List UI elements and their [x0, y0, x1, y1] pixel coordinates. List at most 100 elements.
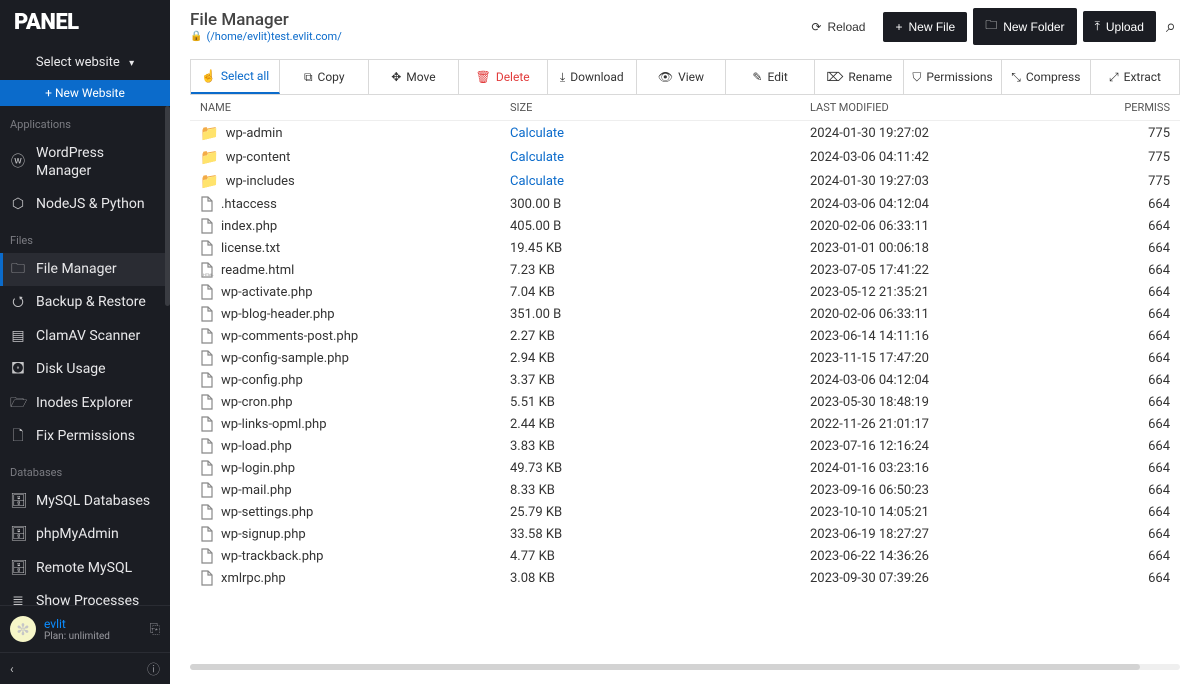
table-row[interactable]: 📁wp-contentCalculate2024-03-06 04:11:427…	[190, 145, 1180, 169]
file-size: 3.08 KB	[510, 571, 810, 586]
table-row[interactable]: wp-mail.php8.33 KB2023-09-16 06:50:23664	[190, 479, 1180, 501]
nodejs-icon: ⬡	[10, 196, 26, 214]
file-modified: 2023-01-01 00:06:18	[810, 241, 1100, 256]
move-button[interactable]: ✥Move	[369, 60, 458, 94]
sidebar-item-phpmyadmin[interactable]: 🗄 phpMyAdmin	[0, 518, 170, 552]
file-name: wp-trackback.php	[221, 549, 323, 564]
sidebar-item-wordpress[interactable]: ⓦ WordPress Manager	[0, 137, 170, 188]
compress-icon: ⤡	[1011, 70, 1021, 85]
table-row[interactable]: wp-settings.php25.79 KB2023-10-10 14:05:…	[190, 501, 1180, 523]
reload-button[interactable]: ⟳Reload	[799, 13, 877, 41]
table-row[interactable]: wp-links-opml.php2.44 KB2022-11-26 21:01…	[190, 413, 1180, 435]
table-row[interactable]: index.php405.00 B2020-02-06 06:33:11664	[190, 215, 1180, 237]
table-row[interactable]: wp-cron.php5.51 KB2023-05-30 18:48:19664	[190, 391, 1180, 413]
table-row[interactable]: wp-config.php3.37 KB2024-03-06 04:12:046…	[190, 369, 1180, 391]
new-website-button[interactable]: + New Website	[0, 80, 170, 106]
table-row[interactable]: wp-config-sample.php2.94 KB2023-11-15 17…	[190, 347, 1180, 369]
file-size: 19.45 KB	[510, 241, 810, 256]
col-modified[interactable]: LAST MODIFIED	[810, 101, 1100, 114]
calculate-link[interactable]: Calculate	[510, 126, 564, 141]
sidebar-item-fix-permissions[interactable]: 🗋 Fix Permissions	[0, 420, 170, 454]
sidebar-item-nodejs[interactable]: ⬡ NodeJS & Python	[0, 188, 170, 222]
file-modified: 2023-10-10 14:05:21	[810, 505, 1100, 520]
table-row[interactable]: .htaccess300.00 B2024-03-06 04:12:04664	[190, 193, 1180, 215]
wordpress-icon: ⓦ	[10, 154, 26, 172]
file-icon	[200, 570, 214, 586]
file-modified: 2023-11-15 17:47:20	[810, 351, 1100, 366]
file-size: 3.37 KB	[510, 373, 810, 388]
download-icon: ⤓	[560, 70, 565, 85]
breadcrumb-path[interactable]: 🔒 (/home/evlit)test.evlit.com/	[190, 30, 789, 43]
section-files: Files	[0, 222, 170, 253]
col-permissions[interactable]: PERMISS	[1100, 101, 1180, 114]
permissions-icon: 🗋	[10, 428, 26, 446]
file-permissions: 664	[1100, 219, 1180, 234]
compress-button[interactable]: ⤡Compress	[1002, 60, 1091, 94]
user-name[interactable]: evlit	[44, 617, 110, 631]
trash-icon: 🗑	[476, 70, 491, 84]
file-name: wp-content	[226, 150, 291, 165]
impersonate-exit-icon[interactable]: ⎘	[150, 622, 160, 637]
file-icon	[200, 284, 214, 300]
sidebar-item-inodes[interactable]: 🗁 Inodes Explorer	[0, 387, 170, 421]
table-row[interactable]: wp-signup.php33.58 KB2023-06-19 18:27:27…	[190, 523, 1180, 545]
info-icon[interactable]: ⓘ	[147, 659, 160, 678]
sidebar-item-backup[interactable]: ⭯ Backup & Restore	[0, 286, 170, 320]
view-button[interactable]: 👁View	[637, 60, 726, 94]
sidebar-item-mysql[interactable]: 🗄 MySQL Databases	[0, 485, 170, 519]
sidebar-item-processes[interactable]: ≣ Show Processes	[0, 585, 170, 605]
permissions-button[interactable]: ⛉Permissions	[904, 60, 1001, 94]
table-row[interactable]: wp-blog-header.php351.00 B2020-02-06 06:…	[190, 303, 1180, 325]
table-row[interactable]: 📁wp-adminCalculate2024-01-30 19:27:02775	[190, 121, 1180, 145]
file-modified: 2023-06-14 14:11:16	[810, 329, 1100, 344]
table-row[interactable]: license.txt19.45 KB2023-01-01 00:06:1866…	[190, 237, 1180, 259]
table-row[interactable]: xmlrpc.php3.08 KB2023-09-30 07:39:26664	[190, 567, 1180, 589]
calculate-link[interactable]: Calculate	[510, 150, 564, 165]
select-all-button[interactable]: ☝Select all	[191, 60, 280, 94]
scrollbar-thumb[interactable]	[165, 106, 170, 306]
file-permissions: 664	[1100, 329, 1180, 344]
col-name[interactable]: NAME	[190, 101, 510, 114]
col-size[interactable]: SIZE	[510, 101, 810, 114]
plus-icon: +	[895, 20, 902, 34]
sidebar-item-disk[interactable]: 🖸 Disk Usage	[0, 353, 170, 387]
file-icon	[200, 416, 214, 432]
download-button[interactable]: ⤓Download	[548, 60, 637, 94]
table-row[interactable]: wp-comments-post.php2.27 KB2023-06-14 14…	[190, 325, 1180, 347]
upload-button[interactable]: ⤒Upload	[1083, 11, 1156, 42]
select-website-dropdown[interactable]: Select website ▾	[0, 45, 170, 80]
table-row[interactable]: wp-activate.php7.04 KB2023-05-12 21:35:2…	[190, 281, 1180, 303]
edit-button[interactable]: ✎Edit	[726, 60, 815, 94]
table-row[interactable]: wp-login.php49.73 KB2024-01-16 03:23:166…	[190, 457, 1180, 479]
horizontal-scrollbar[interactable]	[190, 664, 1180, 670]
sidebar-item-file-manager[interactable]: 🗀 File Manager	[0, 253, 170, 287]
hscroll-thumb[interactable]	[190, 664, 1140, 670]
file-size: 405.00 B	[510, 219, 810, 234]
rename-button[interactable]: ⌦Rename	[815, 60, 904, 94]
table-row[interactable]: 📁wp-includesCalculate2024-01-30 19:27:03…	[190, 169, 1180, 193]
table-row[interactable]: wp-load.php3.83 KB2023-07-16 12:16:24664	[190, 435, 1180, 457]
delete-button[interactable]: 🗑Delete	[459, 60, 548, 94]
table-row[interactable]: wp-trackback.php4.77 KB2023-06-22 14:36:…	[190, 545, 1180, 567]
file-size: 8.33 KB	[510, 483, 810, 498]
file-permissions: 664	[1100, 417, 1180, 432]
new-file-button[interactable]: +New File	[883, 12, 967, 42]
file-permissions: 664	[1100, 351, 1180, 366]
sidebar-item-clamav[interactable]: ▤ ClamAV Scanner	[0, 320, 170, 354]
file-name: wp-links-opml.php	[221, 417, 327, 432]
sidebar-item-remote-mysql[interactable]: 🗄 Remote MySQL	[0, 552, 170, 586]
collapse-sidebar-button[interactable]: ‹	[10, 662, 14, 676]
table-row[interactable]: HTMLreadme.html7.23 KB2023-07-05 17:41:2…	[190, 259, 1180, 281]
search-icon[interactable]: ⌕	[1162, 16, 1180, 37]
file-size: 2.44 KB	[510, 417, 810, 432]
calculate-link[interactable]: Calculate	[510, 174, 564, 189]
avatar[interactable]: ✼	[10, 616, 36, 642]
file-permissions: 664	[1100, 527, 1180, 542]
toolbar: ☝Select all ⧉Copy ✥Move 🗑Delete ⤓Downloa…	[190, 59, 1180, 95]
copy-button[interactable]: ⧉Copy	[280, 60, 369, 94]
extract-button[interactable]: ⤢Extract	[1091, 60, 1179, 94]
file-permissions: 664	[1100, 285, 1180, 300]
brand-logo: PANEL	[0, 0, 170, 45]
backup-icon: ⭯	[10, 294, 26, 312]
new-folder-button[interactable]: 🗀New Folder	[973, 8, 1076, 45]
